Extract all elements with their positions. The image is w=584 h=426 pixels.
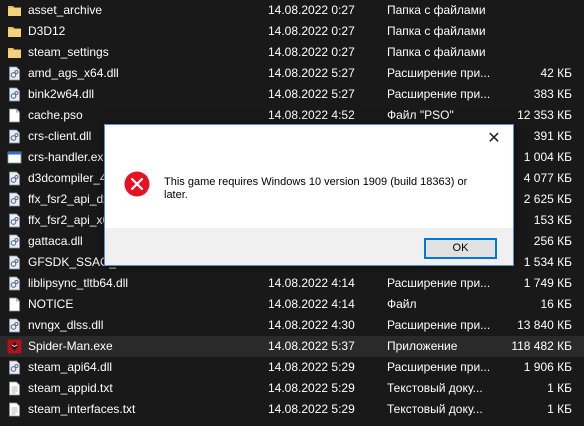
file-row[interactable]: steam_api64.dll 14.08.2022 5:29 Расширение… <box>0 357 584 378</box>
file-row[interactable]: liblipsync_tltb64.dll 14.08.2022 4:14 Расш… <box>0 273 584 294</box>
dll-icon <box>7 129 22 144</box>
file-name: steam_api64.dll <box>28 360 113 374</box>
file-name: steam_settings <box>28 45 109 59</box>
file-size: 13 840 КБ <box>517 318 572 332</box>
file-size: 1 КБ <box>547 402 572 416</box>
dialog-footer: OK <box>105 228 513 265</box>
folder-icon <box>7 45 22 60</box>
dll-icon <box>7 213 22 228</box>
file-name: NOTICE <box>28 297 74 311</box>
file-date: 14.08.2022 5:27 <box>268 87 355 101</box>
dll-icon <box>7 360 22 375</box>
file-type: Текстовый доку... <box>387 381 483 395</box>
txt-icon <box>7 402 22 417</box>
file-date: 14.08.2022 0:27 <box>268 3 355 17</box>
file-name: amd_ags_x64.dll <box>28 66 119 80</box>
file-date: 14.08.2022 4:30 <box>268 318 355 332</box>
close-icon: ✕ <box>487 130 501 147</box>
ok-button[interactable]: OK <box>424 238 497 259</box>
file-type: Расширение при... <box>387 276 491 290</box>
folder-icon <box>7 24 22 39</box>
file-date: 14.08.2022 4:52 <box>268 108 355 122</box>
file-size: 118 482 КБ <box>511 339 572 353</box>
file-date: 14.08.2022 4:14 <box>268 276 355 290</box>
file-date: 14.08.2022 5:29 <box>268 360 355 374</box>
file-size: 1 749 КБ <box>523 276 572 290</box>
file-type: Расширение при... <box>387 360 491 374</box>
file-size: 16 КБ <box>540 297 572 311</box>
file-date: 14.08.2022 5:27 <box>268 66 355 80</box>
error-dialog: ✕ This game requires Windows 10 version … <box>104 124 514 266</box>
error-icon <box>124 171 150 197</box>
file-row[interactable]: asset_archive 14.08.2022 0:27 Папка с файл… <box>0 0 584 21</box>
dialog-close-button[interactable]: ✕ <box>483 128 505 150</box>
file-name: steam_appid.txt <box>28 381 113 395</box>
file-date: 14.08.2022 0:27 <box>268 45 355 59</box>
dll-icon <box>7 66 22 81</box>
file-type: Расширение при... <box>387 318 491 332</box>
file-row[interactable]: steam_appid.txt 14.08.2022 5:29 Текстовый … <box>0 378 584 399</box>
file-icon <box>7 297 22 312</box>
file-name: cache.pso <box>28 108 83 122</box>
dll-icon <box>7 87 22 102</box>
file-date: 14.08.2022 4:14 <box>268 297 355 311</box>
file-type: Приложение <box>387 339 458 353</box>
dll-icon <box>7 276 22 291</box>
file-type: Файл <box>387 297 417 311</box>
file-row[interactable]: steam_interfaces.txt 14.08.2022 5:29 Текст… <box>0 399 584 420</box>
dll-icon <box>7 255 22 270</box>
file-row[interactable]: amd_ags_x64.dll 14.08.2022 5:27 Расширение… <box>0 63 584 84</box>
file-row[interactable]: D3D12 14.08.2022 0:27 Папка с файлами <box>0 21 584 42</box>
file-type: Папка с файлами <box>387 45 486 59</box>
file-icon <box>7 108 22 123</box>
file-row[interactable]: steam_settings 14.08.2022 0:27 Папка с фай… <box>0 42 584 63</box>
file-name: bink2w64.dll <box>28 87 95 101</box>
dll-icon <box>7 192 22 207</box>
file-row[interactable]: nvngx_dlss.dll 14.08.2022 4:30 Расширение … <box>0 315 584 336</box>
file-size: 1 КБ <box>547 381 572 395</box>
file-size: 383 КБ <box>533 87 572 101</box>
file-name: nvngx_dlss.dll <box>28 318 104 332</box>
file-size: 42 КБ <box>540 66 572 80</box>
file-type: Файл "PSO" <box>387 108 454 122</box>
file-name: D3D12 <box>28 24 66 38</box>
file-type: Расширение при... <box>387 66 491 80</box>
file-size: 12 353 КБ <box>517 108 572 122</box>
file-row[interactable]: cache.pso 14.08.2022 4:52 Файл "PSO" 12 353… <box>0 105 584 126</box>
file-name: asset_archive <box>28 3 103 17</box>
dll-icon <box>7 171 22 186</box>
txt-icon <box>7 381 22 396</box>
file-date: 14.08.2022 5:29 <box>268 402 355 416</box>
file-row[interactable]: bink2w64.dll 14.08.2022 5:27 Расширение пр… <box>0 84 584 105</box>
dll-icon <box>7 318 22 333</box>
file-type: Текстовый доку... <box>387 402 483 416</box>
file-date: 14.08.2022 5:37 <box>268 339 355 353</box>
file-row[interactable]: NOTICE 14.08.2022 4:14 Файл 16 КБ <box>0 294 584 315</box>
dll-icon <box>7 234 22 249</box>
file-name: Spider-Man.exe <box>28 339 113 353</box>
file-name: liblipsync_tltb64.dll <box>28 276 129 290</box>
spiderman-app-icon <box>7 339 22 354</box>
file-date: 14.08.2022 0:27 <box>268 24 355 38</box>
file-name: steam_interfaces.txt <box>28 402 136 416</box>
folder-icon <box>7 3 22 18</box>
file-type: Папка с файлами <box>387 3 486 17</box>
file-date: 14.08.2022 5:29 <box>268 381 355 395</box>
exe-icon <box>7 150 22 165</box>
file-type: Расширение при... <box>387 87 491 101</box>
file-size: 1 906 КБ <box>523 360 572 374</box>
file-type: Папка с файлами <box>387 24 486 38</box>
file-row[interactable]: Spider-Man.exe 14.08.2022 5:37 Приложение 1… <box>0 336 584 357</box>
dialog-message: This game requires Windows 10 version 19… <box>164 176 468 201</box>
